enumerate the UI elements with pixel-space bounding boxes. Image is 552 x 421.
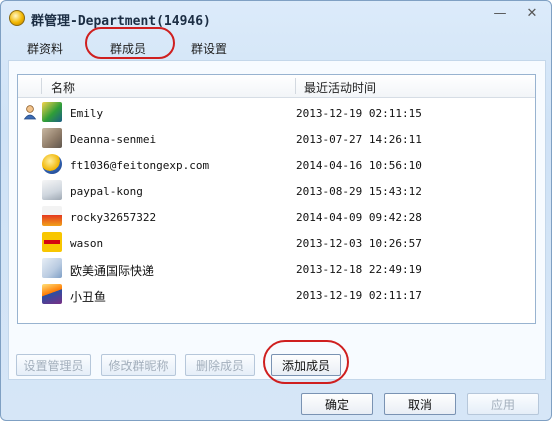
list-header: 名称 最近活动时间 bbox=[18, 75, 535, 98]
member-name: wason bbox=[70, 237, 104, 250]
table-row[interactable]: 小丑鱼 2013-12-19 02:11:17 bbox=[18, 282, 535, 308]
table-row[interactable]: paypal-kong 2013-08-29 15:43:12 bbox=[18, 178, 535, 204]
member-name: Deanna-senmei bbox=[70, 133, 157, 146]
member-last-active: 2013-12-19 02:11:17 bbox=[296, 289, 422, 302]
member-name: paypal-kong bbox=[70, 185, 143, 198]
deanna-avatar bbox=[42, 128, 62, 148]
set-admin-button[interactable]: 设置管理员 bbox=[16, 354, 91, 376]
table-row[interactable]: Deanna-senmei 2013-07-27 14:26:11 bbox=[18, 126, 535, 152]
apply-button[interactable]: 应用 bbox=[467, 393, 539, 415]
emily-avatar bbox=[42, 102, 62, 122]
column-header-name[interactable]: 名称 bbox=[51, 79, 75, 96]
dialog-buttons: 确定 取消 应用 bbox=[1, 393, 551, 420]
rocky-avatar bbox=[42, 206, 62, 226]
cancel-button[interactable]: 取消 bbox=[384, 393, 456, 415]
owner-icon bbox=[23, 105, 37, 120]
highlight-ellipse-members-tab bbox=[85, 27, 175, 59]
delete-member-button[interactable]: 删除成员 bbox=[185, 354, 255, 376]
member-last-active: 2013-12-03 10:26:57 bbox=[296, 237, 422, 250]
members-panel: 名称 最近活动时间 Emily 2013-12-19 02:11:15 Dean… bbox=[8, 60, 546, 380]
highlight-ellipse-add-member bbox=[263, 340, 349, 384]
tab-group-settings[interactable]: 群设置 bbox=[191, 40, 227, 57]
column-header-last-active[interactable]: 最近活动时间 bbox=[304, 79, 376, 96]
edit-nickname-button[interactable]: 修改群昵称 bbox=[101, 354, 176, 376]
table-row[interactable]: 欧美通国际快递 2013-12-18 22:49:19 bbox=[18, 256, 535, 282]
close-icon[interactable]: ✕ bbox=[523, 6, 541, 22]
member-last-active: 2013-08-29 15:43:12 bbox=[296, 185, 422, 198]
member-last-active: 2013-07-27 14:26:11 bbox=[296, 133, 422, 146]
app-icon bbox=[9, 10, 25, 26]
tab-group-info[interactable]: 群资料 bbox=[27, 40, 63, 57]
ft1036-avatar bbox=[42, 154, 62, 174]
table-row[interactable]: wason 2013-12-03 10:26:57 bbox=[18, 230, 535, 256]
xiaochouyu-avatar bbox=[42, 284, 62, 304]
title-bar: 群管理-Department(14946) — ✕ bbox=[1, 1, 551, 35]
member-name: 小丑鱼 bbox=[70, 290, 107, 304]
table-row[interactable]: rocky32657322 2014-04-09 09:42:28 bbox=[18, 204, 535, 230]
member-last-active: 2014-04-16 10:56:10 bbox=[296, 159, 422, 172]
member-last-active: 2013-12-18 22:49:19 bbox=[296, 263, 422, 276]
oumeitong-avatar bbox=[42, 258, 62, 278]
member-last-active: 2014-04-09 09:42:28 bbox=[296, 211, 422, 224]
member-name: rocky32657322 bbox=[70, 211, 157, 224]
member-name: ft1036@feitongexp.com bbox=[70, 159, 210, 172]
table-row[interactable]: ft1036@feitongexp.com 2014-04-16 10:56:1… bbox=[18, 152, 535, 178]
member-name: Emily bbox=[70, 107, 104, 120]
column-separator bbox=[41, 78, 42, 94]
wason-avatar bbox=[42, 232, 62, 252]
dhl-logo-icon bbox=[44, 240, 60, 244]
member-name: 欧美通国际快递 bbox=[70, 264, 155, 278]
paypal-avatar bbox=[42, 180, 62, 200]
tab-bar: 群资料 群成员 群设置 bbox=[1, 35, 551, 60]
group-management-window: 群管理-Department(14946) — ✕ 群资料 群成员 群设置 名称… bbox=[0, 0, 552, 421]
minimize-icon[interactable]: — bbox=[491, 6, 509, 22]
ok-button[interactable]: 确定 bbox=[301, 393, 373, 415]
member-last-active: 2013-12-19 02:11:15 bbox=[296, 107, 422, 120]
members-list[interactable]: 名称 最近活动时间 Emily 2013-12-19 02:11:15 Dean… bbox=[17, 74, 536, 324]
table-row[interactable]: Emily 2013-12-19 02:11:15 bbox=[18, 100, 535, 126]
column-separator bbox=[295, 78, 296, 94]
